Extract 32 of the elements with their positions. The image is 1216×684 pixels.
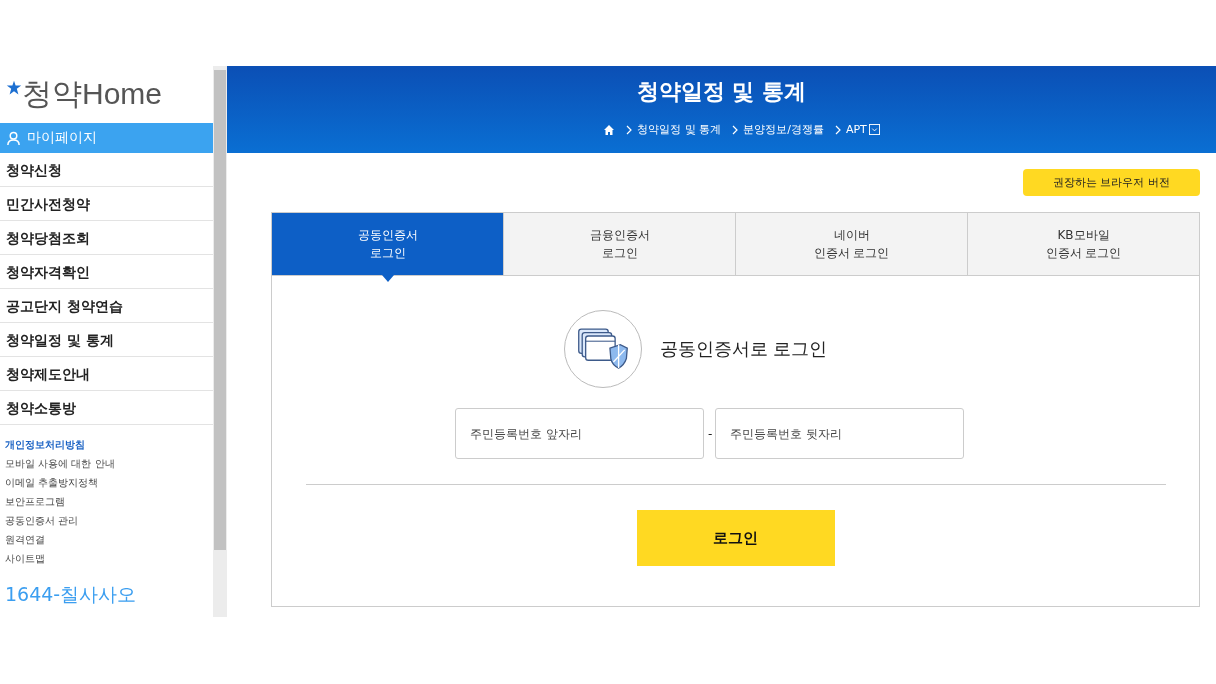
breadcrumb-link[interactable]: 청약일정 및 통계 [637,122,722,137]
footer-link[interactable]: 공동인증서 관리 [5,511,213,530]
footer-link[interactable]: 원격연결 [5,530,213,549]
footer-link[interactable]: 이메일 추출방지정책 [5,473,213,492]
person-icon [6,130,21,146]
page-title: 청약일정 및 통계 [636,78,807,106]
login-tab[interactable]: 금융인증서 로그인 [503,213,735,275]
site-logo[interactable]: 청약Home [22,74,163,115]
chevron-icon [834,124,841,135]
separator: - [708,426,711,441]
login-button[interactable]: 로그인 [636,510,835,566]
footer-link[interactable]: 보안프로그램 [5,492,213,511]
phone-number: 1644-칠사사오 [4,582,138,607]
breadcrumb-link[interactable]: APT [845,123,867,136]
dropdown-icon[interactable] [868,124,880,135]
login-tab[interactable]: 네이버 인증서 로그인 [735,213,967,275]
tab-pointer [381,275,394,282]
scrollbar-thumb[interactable] [214,70,226,550]
star-icon [6,79,22,96]
chevron-icon [626,124,633,135]
footer-link[interactable]: 사이트맵 [5,549,213,568]
browser-version-button[interactable]: 권장하는 브라우저 버전 [1023,169,1200,196]
login-title: 공동인증서로 로그인 [659,337,828,361]
footer-link[interactable]: 개인정보처리방침 [5,435,213,454]
footer-link[interactable]: 모바일 사용에 대한 안내 [5,454,213,473]
id-back-field[interactable]: 주민등록번호 뒷자리 [715,408,964,459]
breadcrumb-link[interactable]: 분양정보/경쟁률 [743,122,824,137]
login-tab[interactable]: KB모바일 인증서 로그인 [967,213,1199,275]
chevron-icon [732,124,739,135]
home-icon[interactable] [603,123,616,136]
scrollbar[interactable] [213,66,227,617]
id-front-field[interactable]: 주민등록번호 앞자리 [455,408,704,459]
